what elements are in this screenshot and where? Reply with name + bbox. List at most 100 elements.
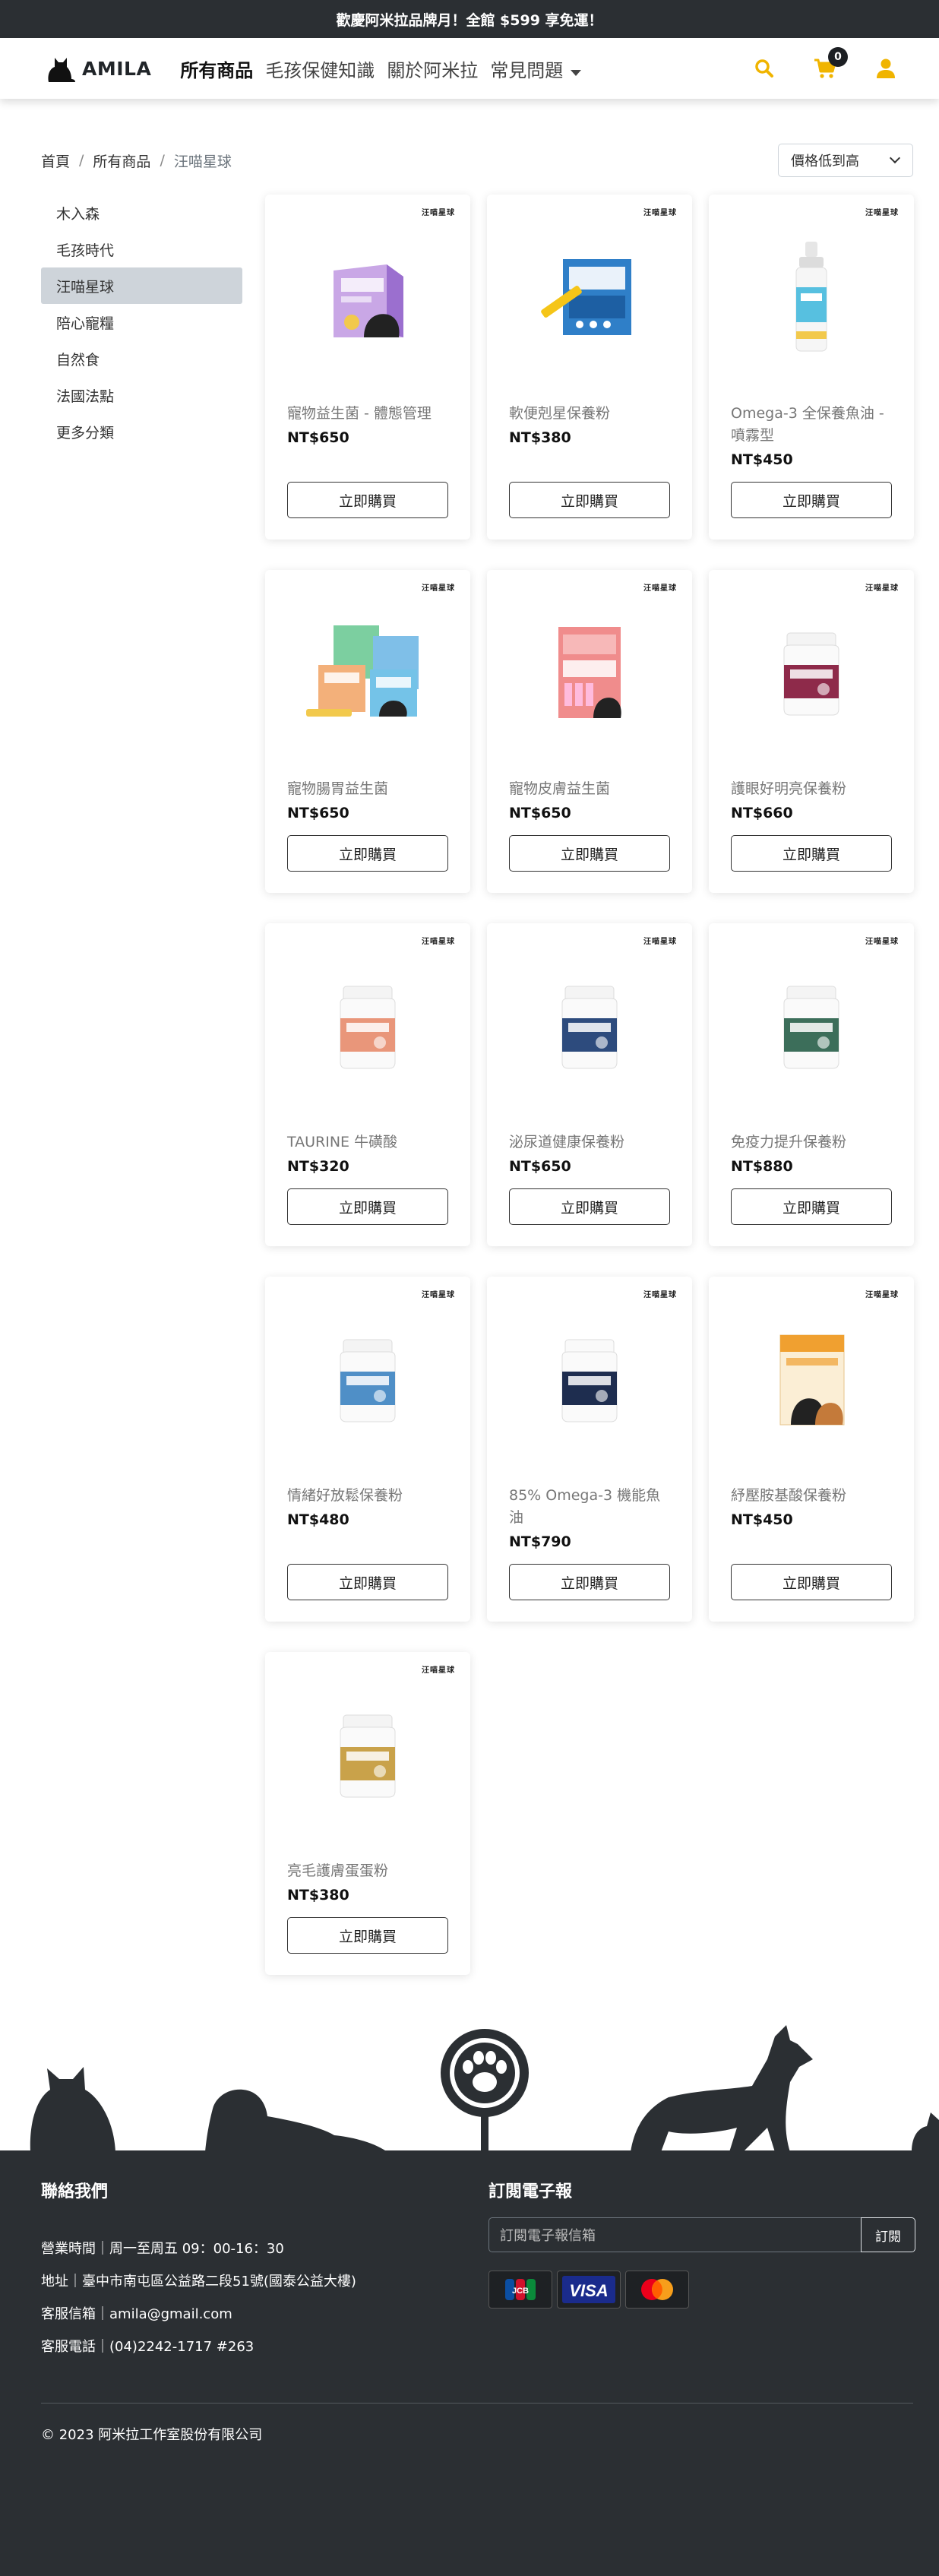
- product-card[interactable]: 汪喵星球 亮毛護膚蛋蛋粉 NT$380 立即購買: [265, 1652, 470, 1975]
- buy-now-button[interactable]: 立即購買: [731, 1188, 892, 1225]
- cart-count-badge: 0: [828, 47, 848, 67]
- product-image[interactable]: 汪喵星球: [265, 195, 470, 400]
- product-image[interactable]: 汪喵星球: [709, 570, 914, 775]
- brand-logo: 汪喵星球: [643, 585, 677, 594]
- product-name[interactable]: 泌尿道健康保養粉: [509, 1131, 670, 1154]
- product-name[interactable]: 免疫力提升保養粉: [731, 1131, 892, 1154]
- product-card[interactable]: 汪喵星球 Omega-3 全保養魚油 - 噴霧型 NT$450 立即購買: [709, 195, 914, 540]
- sidebar-item-mu-ru-sen[interactable]: 木入森: [41, 195, 242, 231]
- nav-about[interactable]: 關於阿米拉: [387, 55, 478, 82]
- brand-logo: 汪喵星球: [422, 1292, 455, 1301]
- mastercard-icon: [625, 2271, 689, 2309]
- product-name[interactable]: 紓壓胺基酸保養粉: [731, 1485, 892, 1507]
- brand-logo: 汪喵星球: [865, 585, 899, 594]
- buy-now-button[interactable]: 立即購買: [509, 482, 670, 518]
- brand-name: 汪喵星球: [422, 1291, 455, 1299]
- sidebar-item-more[interactable]: 更多分類: [41, 413, 242, 450]
- pet-silhouette-banner: [30, 2025, 939, 2152]
- product-name[interactable]: 寵物皮膚益生菌: [509, 778, 670, 800]
- product-name[interactable]: 亮毛護膚蛋蛋粉: [287, 1860, 448, 1882]
- account-button[interactable]: [874, 56, 898, 81]
- brand-name: 汪喵星球: [643, 938, 677, 946]
- sidebar-item-natural-food[interactable]: 自然食: [41, 340, 242, 377]
- product-name[interactable]: 情緒好放鬆保養粉: [287, 1485, 448, 1507]
- product-image[interactable]: 汪喵星球: [487, 1277, 692, 1482]
- contact-section: 聯絡我們 營業時間｜周一至周五 09：00-16：30 地址｜臺中市南屯區公益路…: [41, 2178, 356, 2363]
- buy-now-button[interactable]: 立即購買: [731, 1564, 892, 1600]
- product-image[interactable]: 汪喵星球: [487, 570, 692, 775]
- product-card[interactable]: 汪喵星球 免疫力提升保養粉 NT$880 立即購買: [709, 923, 914, 1246]
- product-image[interactable]: 汪喵星球: [265, 1277, 470, 1482]
- brand-name: 汪喵星球: [422, 1666, 455, 1675]
- product-name[interactable]: TAURINE 牛磺酸: [287, 1131, 448, 1154]
- chevron-down-icon: [889, 152, 901, 164]
- buy-now-button[interactable]: 立即購買: [287, 1917, 448, 1954]
- product-card[interactable]: 汪喵星球 寵物腸胃益生菌 NT$650 立即購買: [265, 570, 470, 893]
- sidebar-item-pet-era[interactable]: 毛孩時代: [41, 231, 242, 267]
- product-card[interactable]: 汪喵星球 寵物皮膚益生菌 NT$650 立即購買: [487, 570, 692, 893]
- product-name[interactable]: 寵物腸胃益生菌: [287, 778, 448, 800]
- product-name[interactable]: 85% Omega-3 機能魚油: [509, 1485, 670, 1529]
- sort-select[interactable]: 價格低到高: [778, 144, 913, 177]
- brand-name: 汪喵星球: [422, 584, 455, 593]
- nav-faq[interactable]: 常見問題: [490, 55, 582, 82]
- copyright: © 2023 阿米拉工作室股份有限公司: [41, 2427, 263, 2443]
- breadcrumb-home[interactable]: 首頁: [41, 150, 70, 171]
- brand-logo: 汪喵星球: [422, 210, 455, 219]
- product-card[interactable]: 汪喵星球 寵物益生菌 - 體態管理 NT$650 立即購買: [265, 195, 470, 540]
- announcement-text: 歡慶阿米拉品牌月！全館 $599 享免運！: [336, 11, 603, 29]
- nav-all-products[interactable]: 所有商品: [180, 55, 253, 82]
- service-phone[interactable]: 客服電話｜(04)2242-1717 #263: [41, 2331, 356, 2363]
- cart-button[interactable]: 0: [813, 47, 848, 81]
- sidebar-item-france[interactable]: 法國法點: [41, 377, 242, 413]
- buy-now-button[interactable]: 立即購買: [509, 1564, 670, 1600]
- logo[interactable]: AMILA: [44, 52, 151, 85]
- product-image[interactable]: 汪喵星球: [709, 923, 914, 1128]
- product-image[interactable]: 汪喵星球: [487, 195, 692, 400]
- product-card[interactable]: 汪喵星球 情緒好放鬆保養粉 NT$480 立即購買: [265, 1277, 470, 1622]
- buy-now-button[interactable]: 立即購買: [287, 1564, 448, 1600]
- sidebar-item-pei-xin[interactable]: 陪心寵糧: [41, 304, 242, 340]
- buy-now-button[interactable]: 立即購買: [731, 482, 892, 518]
- product-image[interactable]: 汪喵星球: [265, 923, 470, 1128]
- product-name[interactable]: 軟便剋星保養粉: [509, 403, 670, 425]
- brand-logo: 汪喵星球: [422, 585, 455, 594]
- category-sidebar: 木入森 毛孩時代 汪喵星球 陪心寵糧 自然食 法國法點 更多分類: [41, 195, 242, 450]
- product-card[interactable]: 汪喵星球 紓壓胺基酸保養粉 NT$450 立即購買: [709, 1277, 914, 1622]
- service-email[interactable]: 客服信箱｜amila@gmail.com: [41, 2298, 356, 2331]
- brand-logo: 汪喵星球: [643, 938, 677, 948]
- search-button[interactable]: [752, 56, 776, 81]
- buy-now-button[interactable]: 立即購買: [287, 1188, 448, 1225]
- buy-now-button[interactable]: 立即購買: [509, 835, 670, 872]
- buy-now-button[interactable]: 立即購買: [287, 482, 448, 518]
- product-name[interactable]: 護眼好明亮保養粉: [731, 778, 892, 800]
- breadcrumb-separator: /: [79, 152, 84, 169]
- product-image[interactable]: 汪喵星球: [265, 570, 470, 775]
- site-header: AMILA 所有商品 毛孩保健知識 關於阿米拉 常見問題 0: [0, 38, 939, 99]
- product-price: NT$650: [509, 1158, 571, 1175]
- product-card[interactable]: 汪喵星球 TAURINE 牛磺酸 NT$320 立即購買: [265, 923, 470, 1246]
- product-image[interactable]: 汪喵星球: [709, 1277, 914, 1482]
- breadcrumb: 首頁 / 所有商品 / 汪喵星球: [41, 150, 232, 171]
- product-image[interactable]: 汪喵星球: [487, 923, 692, 1128]
- brand-name: 汪喵星球: [643, 1291, 677, 1299]
- buy-now-button[interactable]: 立即購買: [287, 835, 448, 872]
- product-card[interactable]: 汪喵星球 護眼好明亮保養粉 NT$660 立即購買: [709, 570, 914, 893]
- product-name[interactable]: Omega-3 全保養魚油 - 噴霧型: [731, 403, 892, 447]
- brand-name: 汪喵星球: [865, 1291, 899, 1299]
- product-price: NT$650: [509, 805, 571, 821]
- product-image[interactable]: 汪喵星球: [265, 1652, 470, 1857]
- product-image[interactable]: 汪喵星球: [709, 195, 914, 400]
- product-name[interactable]: 寵物益生菌 - 體態管理: [287, 403, 448, 425]
- subscribe-button[interactable]: 訂閱: [861, 2217, 915, 2252]
- sidebar-item-wang-miao-planet[interactable]: 汪喵星球: [41, 267, 242, 304]
- product-card[interactable]: 汪喵星球 泌尿道健康保養粉 NT$650 立即購買: [487, 923, 692, 1246]
- user-icon: [877, 59, 895, 78]
- buy-now-button[interactable]: 立即購買: [509, 1188, 670, 1225]
- nav-pet-health[interactable]: 毛孩保健知識: [265, 55, 375, 82]
- product-card[interactable]: 汪喵星球 軟便剋星保養粉 NT$380 立即購買: [487, 195, 692, 540]
- product-card[interactable]: 汪喵星球 85% Omega-3 機能魚油 NT$790 立即購買: [487, 1277, 692, 1622]
- buy-now-button[interactable]: 立即購買: [731, 835, 892, 872]
- subscribe-email-input[interactable]: 訂閱電子報信箱: [488, 2217, 861, 2252]
- breadcrumb-all-products[interactable]: 所有商品: [93, 150, 150, 171]
